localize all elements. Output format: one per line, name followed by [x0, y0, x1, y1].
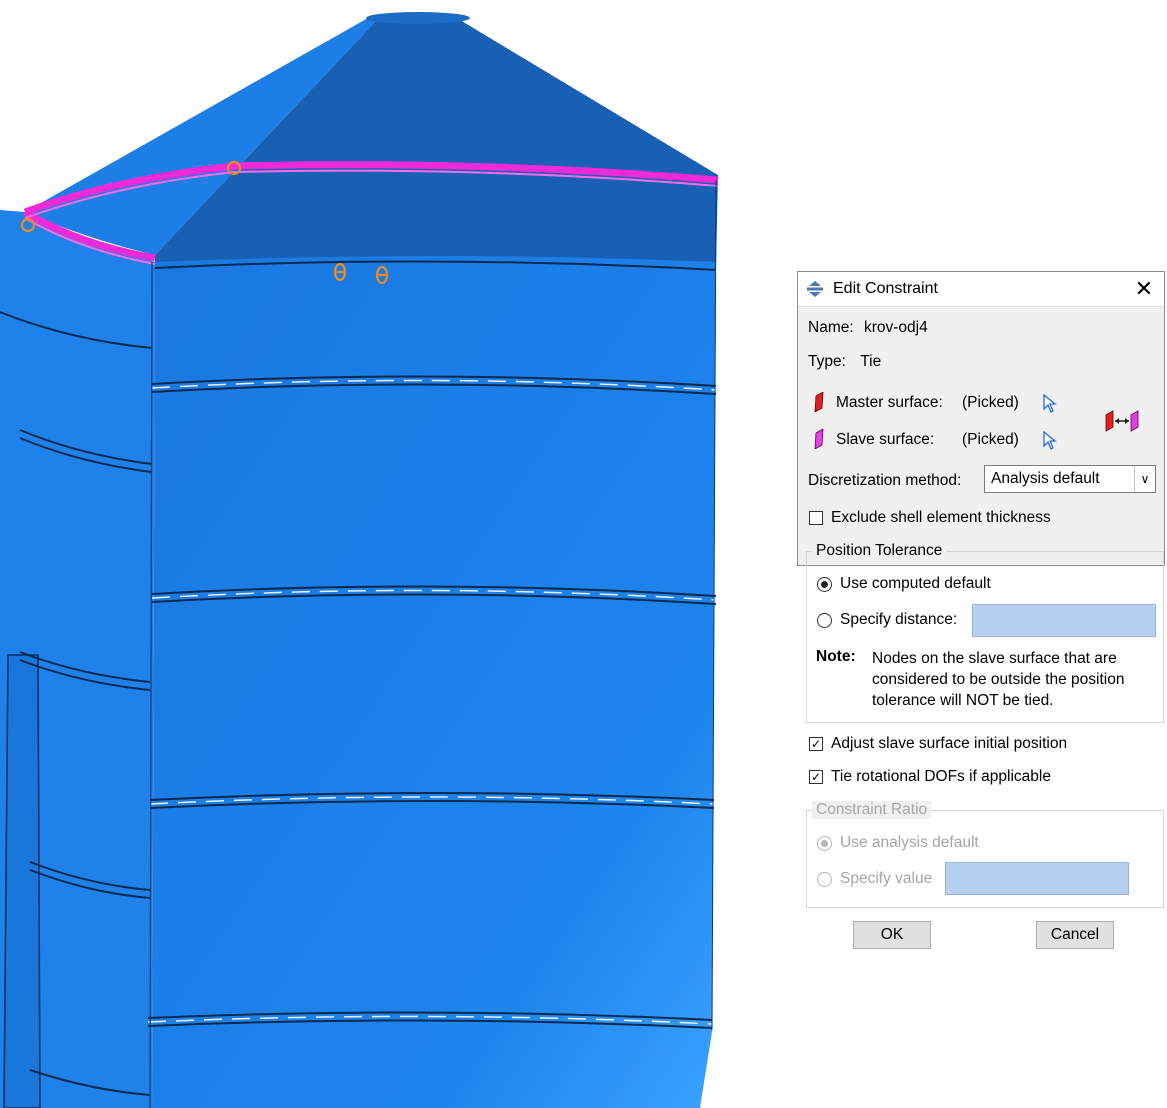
slave-surface-value: (Picked) — [962, 431, 1019, 448]
chevron-down-icon[interactable]: ∨ — [1134, 466, 1155, 492]
note-line: Nodes on the slave surface that are — [872, 650, 1117, 667]
name-value: krov-odj4 — [863, 319, 928, 336]
discretization-value: Analysis default — [991, 470, 1100, 487]
tie-constraint-icon — [1105, 410, 1139, 432]
use-computed-default-label: Use computed default — [840, 575, 991, 592]
roof-top-cap — [366, 12, 470, 24]
adjust-slave-checkbox[interactable]: ✓ — [809, 737, 823, 751]
master-surface-label: Master surface: — [836, 394, 943, 411]
name-label: Name: — [808, 319, 854, 336]
constraint-ratio-title: Constraint Ratio — [812, 801, 932, 819]
use-analysis-default-label: Use analysis default — [840, 834, 979, 851]
constraint-icon — [807, 281, 823, 297]
master-surface-value: (Picked) — [962, 394, 1019, 411]
dialog-titlebar[interactable]: Edit Constraint ✕ — [798, 272, 1164, 307]
discretization-select[interactable]: Analysis default ∨ — [984, 465, 1156, 493]
specify-value-input[interactable] — [945, 862, 1129, 895]
discretization-label: Discretization method: — [808, 472, 962, 489]
use-computed-default-radio[interactable] — [817, 577, 832, 592]
master-surface-icon — [814, 392, 824, 412]
type-label: Type: — [808, 353, 846, 370]
ok-button[interactable]: OK — [853, 921, 931, 949]
left-edge-panel — [3, 654, 41, 1108]
close-button[interactable]: ✕ — [1130, 276, 1158, 302]
slave-surface-icon — [814, 429, 824, 449]
tie-rotational-checkbox[interactable]: ✓ — [809, 770, 823, 784]
position-tolerance-title: Position Tolerance — [812, 542, 947, 560]
exclude-shell-label: Exclude shell element thickness — [831, 509, 1051, 526]
note-line: tolerance will NOT be tied. — [872, 692, 1054, 709]
note-label: Note: — [816, 648, 856, 665]
exclude-shell-checkbox[interactable] — [809, 511, 823, 525]
slave-surface-label: Slave surface: — [836, 431, 935, 448]
specify-value-label: Specify value — [840, 870, 933, 887]
cancel-button[interactable]: Cancel — [1036, 921, 1114, 949]
tie-rotational-label: Tie rotational DOFs if applicable — [831, 768, 1051, 785]
dialog-title: Edit Constraint — [833, 280, 938, 297]
use-analysis-default-radio[interactable] — [817, 836, 832, 851]
note-line: considered to be outside the position — [872, 671, 1125, 688]
select-cursor-icon[interactable] — [1042, 394, 1058, 414]
specify-distance-input[interactable] — [972, 604, 1156, 637]
name-row: Name: krov-odj4 — [808, 319, 928, 337]
type-row: Type: Tie — [808, 353, 881, 371]
adjust-slave-label: Adjust slave surface initial position — [831, 735, 1068, 752]
type-value: Tie — [860, 353, 882, 370]
note-text: Nodes on the slave surface that are cons… — [872, 648, 1124, 711]
edit-constraint-dialog: Edit Constraint ✕ Name: krov-odj4 Type: … — [797, 271, 1165, 949]
specify-value-radio[interactable] — [817, 872, 832, 887]
select-cursor-icon[interactable] — [1042, 431, 1058, 451]
specify-distance-label: Specify distance: — [840, 611, 958, 628]
specify-distance-radio[interactable] — [817, 613, 832, 628]
